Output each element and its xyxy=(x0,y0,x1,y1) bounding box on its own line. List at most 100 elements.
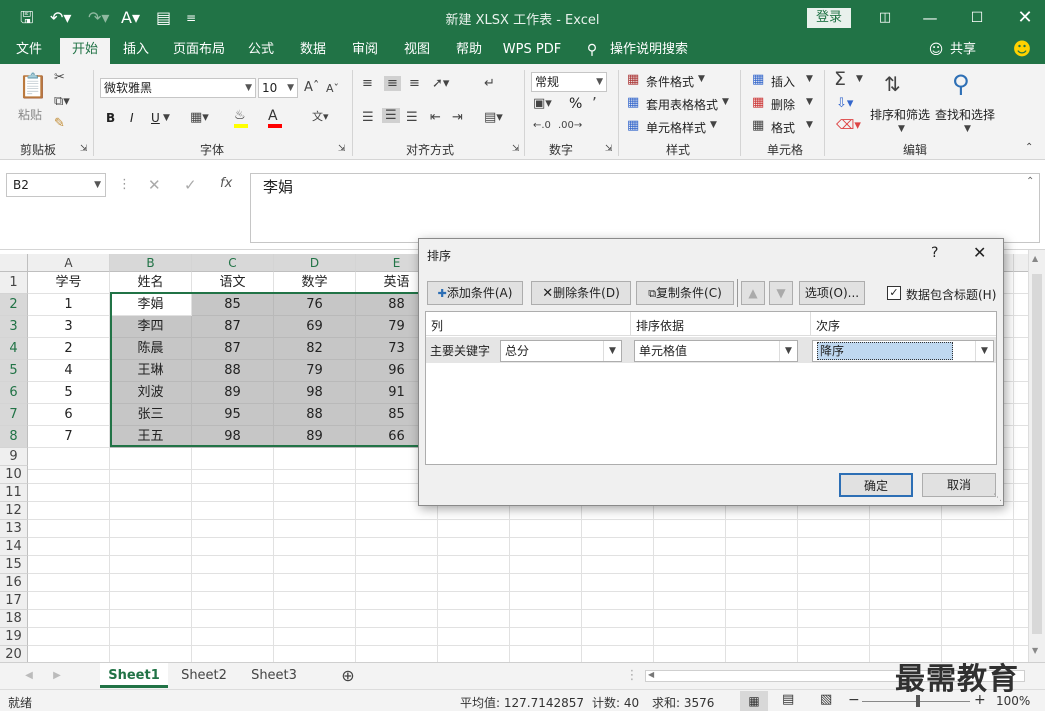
grow-font-icon[interactable]: Aˆ xyxy=(304,80,319,95)
phonetic-icon[interactable]: 文▾ xyxy=(312,108,329,124)
cell[interactable]: 李四 xyxy=(110,316,192,338)
row-header[interactable]: 17 xyxy=(0,592,28,610)
dialog-close-icon[interactable]: ✕ xyxy=(973,243,986,262)
format-painter-icon[interactable]: ✎ xyxy=(54,116,65,131)
tab-wps-pdf[interactable]: WPS PDF xyxy=(500,36,564,64)
italic-button[interactable]: I xyxy=(130,111,134,125)
column-header[interactable]: A xyxy=(28,254,110,272)
next-sheet-icon[interactable]: ▶ xyxy=(50,663,64,688)
insert-function-icon[interactable]: fx xyxy=(220,176,232,191)
ok-button[interactable]: 确定 xyxy=(839,473,913,497)
align-bottom-icon[interactable]: ≡ xyxy=(409,76,420,91)
cell[interactable]: 刘波 xyxy=(110,382,192,404)
cell[interactable]: 87 xyxy=(192,338,274,360)
add-sheet-icon[interactable]: ⊕ xyxy=(338,663,358,688)
decrease-indent-icon[interactable]: ⇤ xyxy=(430,110,441,125)
column-header[interactable] xyxy=(1014,254,1028,272)
add-condition-button[interactable]: ✚添加条件(A) xyxy=(427,281,523,305)
autosum-icon[interactable]: Σ xyxy=(834,68,846,90)
cell[interactable]: 数学 xyxy=(274,272,356,294)
move-down-button[interactable]: ▼ xyxy=(769,281,793,305)
tab-home[interactable]: 开始 xyxy=(60,38,110,64)
help-button[interactable]: ? xyxy=(931,245,938,261)
minimize-icon[interactable]: — xyxy=(915,6,945,30)
column-header[interactable]: D xyxy=(274,254,356,272)
cell[interactable]: 姓名 xyxy=(110,272,192,294)
cell[interactable]: 89 xyxy=(274,426,356,448)
font-size-combo[interactable]: 10 ▼ xyxy=(258,78,298,98)
insert-cells-button[interactable]: 插入 xyxy=(771,73,795,90)
row-header[interactable]: 8 xyxy=(0,426,28,448)
copy-icon[interactable]: ⧉▾ xyxy=(54,94,70,109)
row-header[interactable]: 20 xyxy=(0,646,28,662)
has-headers-checkbox[interactable]: ✓ xyxy=(887,286,901,300)
cell[interactable]: 3 xyxy=(28,316,110,338)
border-icon[interactable]: ▦▾ xyxy=(190,110,209,125)
cut-icon[interactable]: ✂ xyxy=(54,70,65,85)
expand-formula-icon[interactable]: ⌃ xyxy=(1026,176,1034,187)
cell[interactable]: 语文 xyxy=(192,272,274,294)
decrease-decimal-icon[interactable]: .00→ xyxy=(558,120,582,131)
row-header[interactable]: 2 xyxy=(0,294,28,316)
row-header[interactable]: 11 xyxy=(0,484,28,502)
cell[interactable]: 4 xyxy=(28,360,110,382)
sheet-tab-sheet1[interactable]: Sheet1 xyxy=(100,663,168,688)
align-right-icon[interactable]: ☰ xyxy=(406,110,418,125)
column-header[interactable]: B xyxy=(110,254,192,272)
row-header[interactable]: 3 xyxy=(0,316,28,338)
cell[interactable]: 98 xyxy=(192,426,274,448)
cancel-button[interactable]: 取消 xyxy=(922,473,996,497)
comma-style-icon[interactable]: ’ xyxy=(592,94,597,112)
accounting-icon[interactable]: ▣▾ xyxy=(533,96,552,111)
cell[interactable]: 79 xyxy=(274,360,356,382)
row-header[interactable]: 1 xyxy=(0,272,28,294)
row-header[interactable]: 14 xyxy=(0,538,28,556)
cell[interactable]: 张三 xyxy=(110,404,192,426)
tab-insert[interactable]: 插入 xyxy=(115,36,157,64)
smiley-icon[interactable]: ☻ xyxy=(1010,36,1034,64)
find-select-button[interactable]: 查找和选择 xyxy=(935,106,995,123)
row-header[interactable]: 16 xyxy=(0,574,28,592)
sort-order-select[interactable]: 降序 ▼ xyxy=(812,340,994,362)
format-cells-button[interactable]: 格式 xyxy=(771,119,795,136)
cell[interactable]: 88 xyxy=(192,360,274,382)
vertical-scrollbar[interactable]: ▲ ▼ xyxy=(1028,250,1045,662)
row-header[interactable]: 18 xyxy=(0,610,28,628)
formula-input[interactable]: 李娟 xyxy=(250,173,1040,243)
tab-file[interactable]: 文件 xyxy=(8,36,50,64)
tab-formulas[interactable]: 公式 xyxy=(240,36,282,64)
cell[interactable]: 王五 xyxy=(110,426,192,448)
select-all-corner[interactable] xyxy=(0,254,28,272)
collapse-ribbon-icon[interactable]: ⌃ xyxy=(1025,142,1033,153)
cell[interactable]: 69 xyxy=(274,316,356,338)
font-name-combo[interactable]: 微软雅黑 ▼ xyxy=(100,78,256,98)
orientation-icon[interactable]: ➚▾ xyxy=(432,76,449,91)
dialog-launcher-icon[interactable]: ⇲ xyxy=(338,144,346,154)
merge-center-icon[interactable]: ▤▾ xyxy=(484,110,503,125)
cell[interactable]: 7 xyxy=(28,426,110,448)
sheet-tab-sheet3[interactable]: Sheet3 xyxy=(240,663,308,688)
page-layout-view-icon[interactable]: ▤ xyxy=(782,692,794,707)
scroll-left-icon[interactable]: ◀ xyxy=(648,670,654,679)
copy-condition-button[interactable]: ⧉复制条件(C) xyxy=(636,281,734,305)
font-color-icon[interactable]: A xyxy=(268,108,278,124)
delete-condition-button[interactable]: ✕删除条件(D) xyxy=(531,281,631,305)
chevron-down-icon[interactable]: ▼ xyxy=(163,113,170,123)
row-header[interactable]: 15 xyxy=(0,556,28,574)
cell-style-button[interactable]: 单元格样式 xyxy=(646,119,706,136)
cell[interactable]: 王琳 xyxy=(110,360,192,382)
page-break-view-icon[interactable]: ▧ xyxy=(820,692,832,707)
maximize-icon[interactable]: ☐ xyxy=(962,6,992,30)
scroll-up-icon[interactable]: ▲ xyxy=(1032,254,1038,263)
row-header[interactable]: 19 xyxy=(0,628,28,646)
close-icon[interactable]: ✕ xyxy=(1010,6,1040,30)
column-header[interactable]: C xyxy=(192,254,274,272)
paste-label[interactable]: 粘贴 xyxy=(18,106,42,123)
dialog-launcher-icon[interactable]: ⇲ xyxy=(80,144,88,154)
underline-button[interactable]: U xyxy=(151,111,160,125)
percent-button[interactable]: % xyxy=(569,96,582,112)
cell[interactable]: 李娟 xyxy=(110,294,192,316)
tab-help[interactable]: 帮助 xyxy=(448,36,490,64)
cell[interactable]: 82 xyxy=(274,338,356,360)
fill-icon[interactable]: ⇩▾ xyxy=(836,96,853,111)
